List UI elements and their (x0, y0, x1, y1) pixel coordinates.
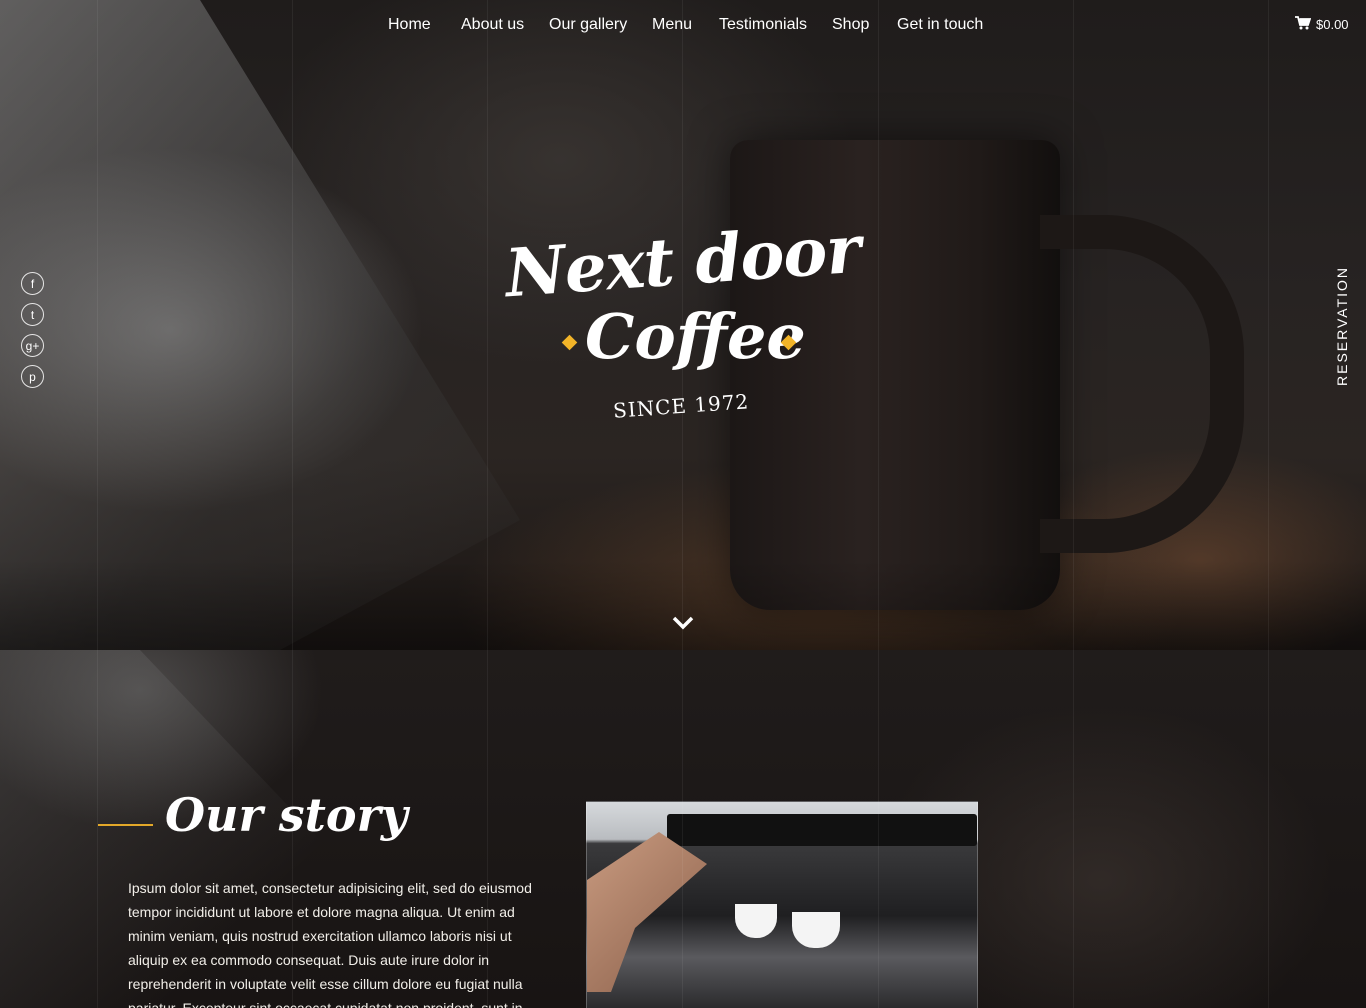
our-story-section: Our story Ipsum dolor sit amet, consecte… (0, 650, 1366, 1008)
story-accent-rule (98, 824, 153, 826)
logo-diamond-left (561, 334, 578, 351)
nav-our-gallery[interactable]: Our gallery (549, 16, 627, 34)
hero-book-shape (0, 0, 520, 650)
photo-barista-arm (587, 832, 707, 992)
cart-icon (1295, 16, 1312, 33)
logo-line-coffee: Coffee (585, 300, 806, 373)
logo: Next door Coffee SINCE 1972 (495, 210, 875, 432)
photo-cup (735, 904, 777, 938)
hero-section: Home About us Our gallery Menu Testimoni… (0, 0, 1366, 650)
nav-shop[interactable]: Shop (832, 16, 869, 34)
cart-button[interactable]: $0.00 (1295, 16, 1349, 33)
reservation-link[interactable]: RESERVATION (1334, 266, 1350, 386)
hero-mug-handle (1040, 215, 1244, 553)
story-body: Ipsum dolor sit amet, consectetur adipis… (128, 880, 532, 1008)
facebook-icon[interactable]: f (21, 272, 44, 295)
main-nav: Home About us Our gallery Menu Testimoni… (0, 16, 1366, 38)
social-links: f t g+ p (21, 272, 44, 396)
nav-get-in-touch[interactable]: Get in touch (897, 16, 983, 34)
photo-machine (667, 814, 977, 846)
cart-total: $0.00 (1316, 17, 1349, 32)
story-title: Our story (165, 788, 408, 842)
scroll-down-chevron-icon[interactable] (672, 615, 694, 631)
nav-home[interactable]: Home (388, 16, 431, 34)
google-plus-icon[interactable]: g+ (21, 334, 44, 357)
photo-cup (792, 912, 840, 948)
nav-about-us[interactable]: About us (461, 16, 524, 34)
logo-since: SINCE 1972 (612, 389, 750, 423)
pinterest-icon[interactable]: p (21, 365, 44, 388)
logo-line-next-door: Next door (502, 209, 863, 313)
hero-table (0, 560, 1366, 650)
twitter-icon[interactable]: t (21, 303, 44, 326)
nav-testimonials[interactable]: Testimonials (719, 16, 807, 34)
nav-menu[interactable]: Menu (652, 16, 692, 34)
story-espresso-photo (586, 801, 978, 1008)
